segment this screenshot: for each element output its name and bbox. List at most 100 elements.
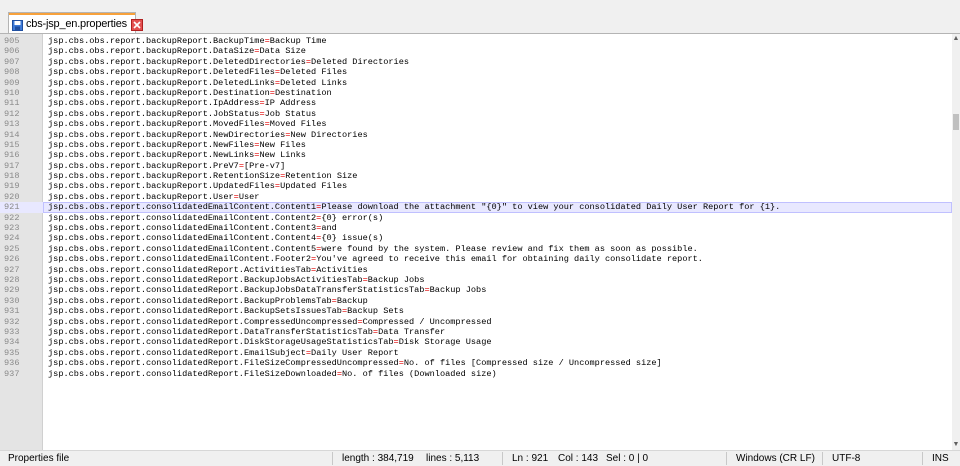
save-icon bbox=[12, 18, 23, 31]
code-line[interactable]: 908 jsp.cbs.obs.report.backupReport.Delet… bbox=[0, 67, 952, 77]
code-text[interactable]: jsp.cbs.obs.report.consolidatedReport.Fi… bbox=[48, 369, 497, 379]
code-text[interactable]: jsp.cbs.obs.report.backupReport.JobStatu… bbox=[48, 109, 316, 119]
code-line[interactable]: 933 jsp.cbs.obs.report.consolidatedReport… bbox=[0, 327, 952, 337]
property-key: jsp.cbs.obs.report.backupReport.MovedFil… bbox=[48, 119, 265, 130]
code-text[interactable]: jsp.cbs.obs.report.backupReport.NewLinks… bbox=[48, 150, 306, 160]
code-text[interactable]: jsp.cbs.obs.report.consolidatedReport.Ba… bbox=[48, 306, 404, 316]
status-encoding[interactable]: UTF-8 bbox=[832, 453, 860, 464]
code-text[interactable]: jsp.cbs.obs.report.backupReport.UpdatedF… bbox=[48, 181, 347, 191]
line-number: 910 bbox=[4, 87, 20, 98]
code-line[interactable]: 909 jsp.cbs.obs.report.backupReport.Delet… bbox=[0, 78, 952, 88]
code-line[interactable]: 905 jsp.cbs.obs.report.backupReport.Backu… bbox=[0, 36, 952, 46]
vertical-scrollbar[interactable]: ▲ ▼ bbox=[952, 34, 960, 450]
code-text[interactable]: jsp.cbs.obs.report.consolidatedReport.Em… bbox=[48, 348, 399, 358]
equals-operator: = bbox=[316, 202, 322, 213]
code-line[interactable]: 906 jsp.cbs.obs.report.backupReport.DataS… bbox=[0, 46, 952, 56]
code-line[interactable]: 914 jsp.cbs.obs.report.backupReport.NewDi… bbox=[0, 130, 952, 140]
code-text[interactable]: jsp.cbs.obs.report.backupReport.Retentio… bbox=[48, 171, 357, 181]
line-number: 932 bbox=[4, 316, 20, 327]
code-text[interactable]: jsp.cbs.obs.report.backupReport.DeletedD… bbox=[48, 57, 409, 67]
code-text[interactable]: jsp.cbs.obs.report.backupReport.DeletedL… bbox=[48, 78, 347, 88]
code-line[interactable]: 926 jsp.cbs.obs.report.consolidatedEmailC… bbox=[0, 254, 952, 264]
editor-area[interactable]: 905 jsp.cbs.obs.report.backupReport.Backu… bbox=[0, 34, 960, 450]
code-text[interactable]: jsp.cbs.obs.report.consolidatedReport.Fi… bbox=[48, 358, 662, 368]
code-line[interactable]: 912 jsp.cbs.obs.report.backupReport.JobSt… bbox=[0, 109, 952, 119]
code-text[interactable]: jsp.cbs.obs.report.backupReport.User=Use… bbox=[48, 192, 259, 202]
code-line[interactable]: 911 jsp.cbs.obs.report.backupReport.IpAdd… bbox=[0, 98, 952, 108]
property-key: jsp.cbs.obs.report.backupReport.JobStatu… bbox=[48, 108, 260, 119]
code-line[interactable]: 916 jsp.cbs.obs.report.backupReport.NewLi… bbox=[0, 150, 952, 160]
code-line[interactable]: 934 jsp.cbs.obs.report.consolidatedReport… bbox=[0, 337, 952, 347]
property-key: jsp.cbs.obs.report.backupReport.DeletedF… bbox=[48, 67, 275, 78]
property-value: Backup Jobs bbox=[429, 285, 487, 296]
code-text[interactable]: jsp.cbs.obs.report.consolidatedReport.Da… bbox=[48, 327, 445, 337]
tab-cbs-jsp-en-properties[interactable]: cbs-jsp_en.properties bbox=[8, 12, 143, 34]
line-number: 933 bbox=[4, 326, 20, 337]
code-text[interactable]: jsp.cbs.obs.report.consolidatedEmailCont… bbox=[48, 233, 383, 243]
code-line[interactable]: 910 jsp.cbs.obs.report.backupReport.Desti… bbox=[0, 88, 952, 98]
code-line[interactable]: 932 jsp.cbs.obs.report.consolidatedReport… bbox=[0, 317, 952, 327]
code-lines[interactable]: 905 jsp.cbs.obs.report.backupReport.Backu… bbox=[0, 36, 952, 379]
code-text[interactable]: jsp.cbs.obs.report.consolidatedReport.Ba… bbox=[48, 275, 425, 285]
property-value: {0} error(s) bbox=[321, 212, 384, 223]
line-number: 909 bbox=[4, 77, 20, 88]
status-insert-mode[interactable]: INS bbox=[932, 453, 949, 464]
property-key: jsp.cbs.obs.report.consolidatedReport.Em… bbox=[48, 347, 306, 358]
code-text[interactable]: jsp.cbs.obs.report.backupReport.BackupTi… bbox=[48, 36, 327, 46]
line-number: 928 bbox=[4, 274, 20, 285]
code-line[interactable]: 922 jsp.cbs.obs.report.consolidatedEmailC… bbox=[0, 213, 952, 223]
code-line[interactable]: 935 jsp.cbs.obs.report.consolidatedReport… bbox=[0, 348, 952, 358]
code-line[interactable]: 917 jsp.cbs.obs.report.backupReport.PreV7… bbox=[0, 161, 952, 171]
status-eol[interactable]: Windows (CR LF) bbox=[736, 453, 815, 464]
code-line[interactable]: 936 jsp.cbs.obs.report.consolidatedReport… bbox=[0, 358, 952, 368]
code-line[interactable]: 918 jsp.cbs.obs.report.backupReport.Reten… bbox=[0, 171, 952, 181]
line-number: 920 bbox=[4, 191, 20, 202]
line-number: 918 bbox=[4, 171, 20, 182]
code-line[interactable]: 931 jsp.cbs.obs.report.consolidatedReport… bbox=[0, 306, 952, 316]
code-line[interactable]: 920 jsp.cbs.obs.report.backupReport.User=… bbox=[0, 192, 952, 202]
code-text[interactable]: jsp.cbs.obs.report.backupReport.Destinat… bbox=[48, 88, 332, 98]
code-line[interactable]: 929 jsp.cbs.obs.report.consolidatedReport… bbox=[0, 285, 952, 295]
code-line[interactable]: 927 jsp.cbs.obs.report.consolidatedReport… bbox=[0, 265, 952, 275]
code-line[interactable]: 915 jsp.cbs.obs.report.backupReport.NewFi… bbox=[0, 140, 952, 150]
scroll-down-arrow-icon[interactable]: ▼ bbox=[952, 440, 960, 450]
close-icon[interactable] bbox=[130, 18, 143, 31]
code-line[interactable]: 937 jsp.cbs.obs.report.consolidatedReport… bbox=[0, 369, 952, 379]
code-text[interactable]: jsp.cbs.obs.report.consolidatedEmailCont… bbox=[48, 202, 780, 212]
code-text[interactable]: jsp.cbs.obs.report.backupReport.PreV7=[P… bbox=[48, 161, 285, 171]
code-text[interactable]: jsp.cbs.obs.report.consolidatedReport.Co… bbox=[48, 317, 492, 327]
code-text[interactable]: jsp.cbs.obs.report.consolidatedEmailCont… bbox=[48, 213, 383, 223]
property-key: jsp.cbs.obs.report.consolidatedEmailCont… bbox=[48, 223, 317, 234]
scrollbar-thumb[interactable] bbox=[953, 114, 959, 130]
scroll-up-arrow-icon[interactable]: ▲ bbox=[952, 34, 960, 44]
property-value: Deleted Links bbox=[280, 77, 348, 88]
code-text[interactable]: jsp.cbs.obs.report.consolidatedReport.Ba… bbox=[48, 285, 486, 295]
code-line[interactable]: 913 jsp.cbs.obs.report.backupReport.Moved… bbox=[0, 119, 952, 129]
code-line[interactable]: 921 jsp.cbs.obs.report.consolidatedEmailC… bbox=[0, 202, 952, 214]
code-text[interactable]: jsp.cbs.obs.report.consolidatedReport.Ba… bbox=[48, 296, 368, 306]
code-text[interactable]: jsp.cbs.obs.report.backupReport.NewDirec… bbox=[48, 130, 368, 140]
code-text[interactable]: jsp.cbs.obs.report.backupReport.IpAddres… bbox=[48, 98, 316, 108]
code-text[interactable]: jsp.cbs.obs.report.backupReport.MovedFil… bbox=[48, 119, 327, 129]
code-text[interactable]: jsp.cbs.obs.report.consolidatedEmailCont… bbox=[48, 254, 703, 264]
property-key: jsp.cbs.obs.report.backupReport.IpAddres… bbox=[48, 98, 260, 109]
property-key: jsp.cbs.obs.report.consolidatedReport.Fi… bbox=[48, 358, 399, 369]
code-text[interactable]: jsp.cbs.obs.report.backupReport.NewFiles… bbox=[48, 140, 306, 150]
code-text[interactable]: jsp.cbs.obs.report.consolidatedEmailCont… bbox=[48, 244, 698, 254]
code-text[interactable]: jsp.cbs.obs.report.backupReport.DeletedF… bbox=[48, 67, 347, 77]
code-text[interactable]: jsp.cbs.obs.report.backupReport.DataSize… bbox=[48, 46, 306, 56]
status-separator bbox=[726, 452, 727, 465]
code-line[interactable]: 923 jsp.cbs.obs.report.consolidatedEmailC… bbox=[0, 223, 952, 233]
property-key: jsp.cbs.obs.report.consolidatedReport.Da… bbox=[48, 326, 373, 337]
code-text[interactable]: jsp.cbs.obs.report.consolidatedReport.Di… bbox=[48, 337, 492, 347]
code-line[interactable]: 919 jsp.cbs.obs.report.backupReport.Updat… bbox=[0, 181, 952, 191]
code-line[interactable]: 925 jsp.cbs.obs.report.consolidatedEmailC… bbox=[0, 244, 952, 254]
code-line[interactable]: 924 jsp.cbs.obs.report.consolidatedEmailC… bbox=[0, 233, 952, 243]
code-line[interactable]: 930 jsp.cbs.obs.report.consolidatedReport… bbox=[0, 296, 952, 306]
code-text[interactable]: jsp.cbs.obs.report.consolidatedReport.Ac… bbox=[48, 265, 368, 275]
code-line[interactable]: 907 jsp.cbs.obs.report.backupReport.Delet… bbox=[0, 57, 952, 67]
code-text[interactable]: jsp.cbs.obs.report.consolidatedEmailCont… bbox=[48, 223, 337, 233]
line-number: 934 bbox=[4, 337, 20, 348]
code-line[interactable]: 928 jsp.cbs.obs.report.consolidatedReport… bbox=[0, 275, 952, 285]
property-key: jsp.cbs.obs.report.consolidatedReport.Ba… bbox=[48, 295, 332, 306]
